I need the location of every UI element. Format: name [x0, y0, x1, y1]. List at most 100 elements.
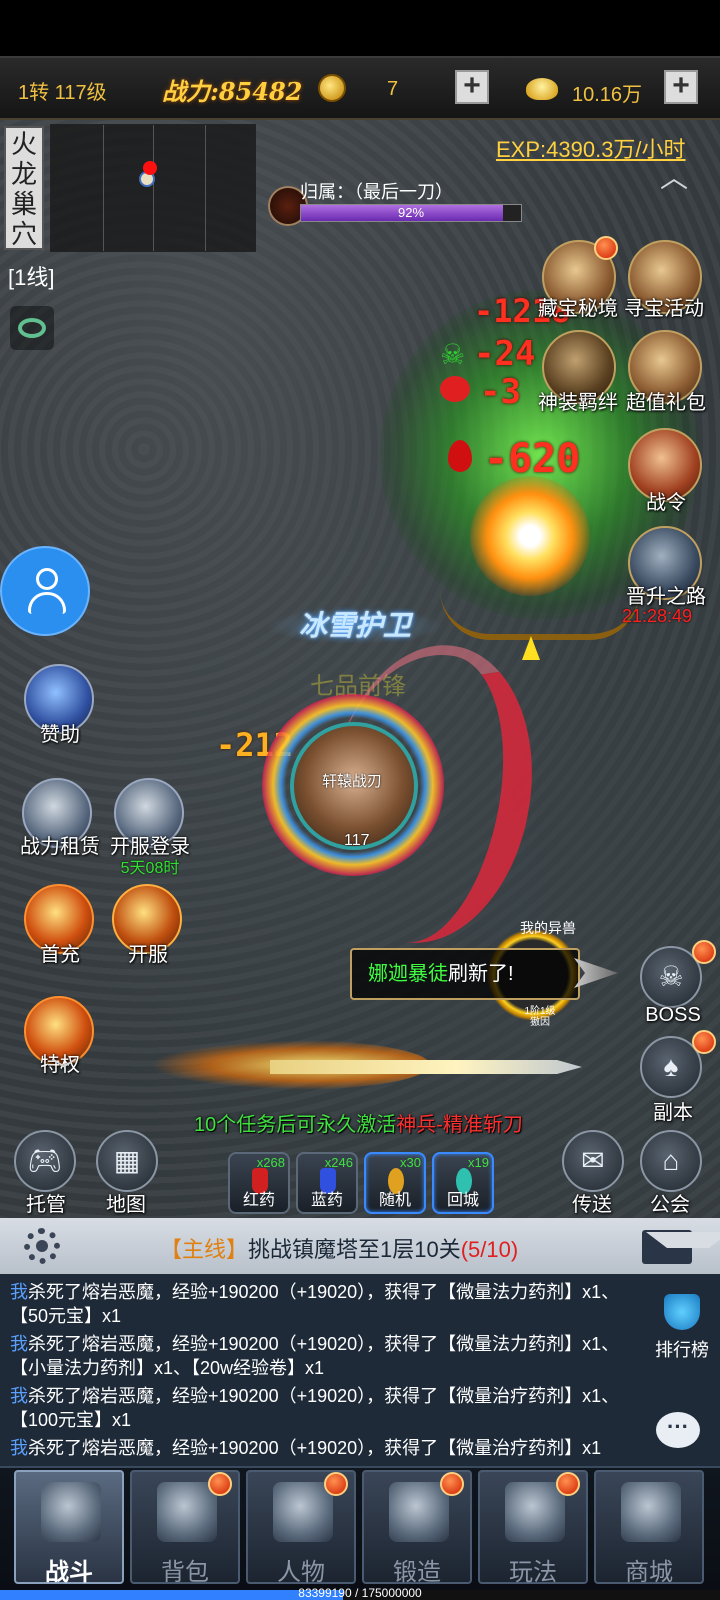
- power-rent-label[interactable]: 战力租赁: [10, 830, 110, 859]
- potion-slot-blue[interactable]: x246 蓝药: [296, 1152, 358, 1214]
- exp-rate[interactable]: EXP:4390.3万/小时: [496, 132, 686, 164]
- ranking-button[interactable]: 排行榜: [650, 1294, 714, 1370]
- gamepad-icon: 🎮︎: [27, 1145, 63, 1176]
- notice-suffix: 刷新了!: [448, 963, 514, 985]
- notification-badge: [692, 1030, 716, 1054]
- main-quest-text[interactable]: 【主线】挑战镇魔塔至1层10关(5/10): [160, 1232, 518, 1264]
- gold-count: 10.16万: [572, 84, 643, 106]
- coin-count: 7: [387, 78, 399, 100]
- player-level-text: 1转 117级: [18, 82, 107, 104]
- ranking-label: 排行榜: [655, 1340, 709, 1360]
- log-message: 我杀死了熔岩恶魔，经验+190200（+19020），获得了【微量治疗药剂】x1: [10, 1438, 602, 1458]
- mail-icon[interactable]: [642, 1230, 720, 1264]
- boss-name: 娜迦暴徒: [368, 963, 448, 985]
- target-arrow-icon: [522, 636, 540, 660]
- explosion-effect: [470, 476, 590, 596]
- open-login-timer: 5天08时: [120, 860, 180, 877]
- gold-ingot-icon: [526, 78, 558, 100]
- minimap[interactable]: [50, 124, 256, 252]
- add-gold-button[interactable]: +: [664, 70, 698, 104]
- promotion-path-label[interactable]: 晋升之路: [614, 580, 718, 609]
- notification-badge: [208, 1472, 232, 1496]
- character-profile-button[interactable]: [0, 546, 90, 636]
- poison-skull-icon: ☠: [440, 339, 466, 370]
- dungeon-icon: ♠: [663, 1051, 679, 1082]
- chat-icon[interactable]: [656, 1412, 700, 1448]
- user-icon: [36, 568, 58, 590]
- boss-hp-bar: 92%: [300, 204, 522, 222]
- resource-bar: 1转 117级 战力:85482 7 + 10.16万 +: [0, 56, 720, 120]
- gift-pack-label[interactable]: 超值礼包: [614, 386, 718, 415]
- damage-number: -24: [474, 334, 536, 374]
- castle-icon: ⌂: [662, 1145, 680, 1176]
- crossed-swords-icon: [41, 1482, 101, 1542]
- notification-badge: [594, 236, 618, 260]
- guild-button[interactable]: ⌂: [640, 1130, 702, 1192]
- weapon-quest-banner[interactable]: 10个任务后可永久激活神兵-精准斩刀: [194, 1108, 523, 1137]
- boss-refresh-notice[interactable]: 娜迦暴徒刷新了!: [350, 948, 580, 1000]
- equipment-bond-label[interactable]: 神装羁绊: [528, 386, 628, 415]
- open-server-label[interactable]: 开服: [110, 938, 186, 967]
- dungeon-label[interactable]: 副本: [628, 1096, 718, 1125]
- scroll-slot-return[interactable]: x19 回城: [432, 1152, 494, 1214]
- battle-log: 我杀死了熔岩恶魔，经验+190200（+19020），获得了【微量法力药剂】x1…: [10, 1280, 630, 1464]
- skull-icon: ☠: [658, 961, 684, 992]
- sponsor-label[interactable]: 赞助: [22, 718, 98, 747]
- scroll-icon: ✉: [581, 1145, 605, 1176]
- guild-label[interactable]: 公会: [632, 1188, 708, 1217]
- map-icon: ▦: [113, 1145, 141, 1176]
- boss-hp-percent: 92%: [397, 205, 425, 220]
- ranking-icon: [664, 1294, 700, 1330]
- helmet-icon: [273, 1482, 333, 1542]
- anvil-icon: [389, 1482, 449, 1542]
- gear-icon[interactable]: [24, 1228, 60, 1264]
- player-level: 117: [344, 832, 370, 849]
- map-label[interactable]: 地图: [88, 1188, 164, 1217]
- divine-weapon-sword[interactable]: [150, 1040, 582, 1090]
- scroll-slot-random[interactable]: x30 随机: [364, 1152, 426, 1214]
- player-guard-title: 冰雪护卫: [298, 609, 411, 642]
- coin-icon: [318, 74, 346, 102]
- nav-tab-battle[interactable]: 战斗: [14, 1470, 124, 1586]
- exp-progress-text: 83399190 / 175000000: [298, 1586, 422, 1600]
- battle-pass-label[interactable]: 战令: [614, 486, 718, 515]
- blood-drop-icon: [448, 440, 472, 472]
- server-line[interactable]: [1线]: [8, 260, 54, 292]
- sword-wings-icon: [505, 1482, 565, 1542]
- notification-badge: [324, 1472, 348, 1496]
- promotion-timer: 21:28:49: [622, 606, 693, 626]
- first-charge-label[interactable]: 首充: [22, 938, 98, 967]
- player-name: 轩辕战刃: [322, 773, 383, 790]
- auto-play-label[interactable]: 托管: [8, 1188, 84, 1217]
- enemy-marker-icon: [143, 161, 157, 175]
- boss-label[interactable]: BOSS: [628, 1004, 718, 1027]
- map-button[interactable]: ▦: [96, 1130, 158, 1192]
- map-name: 火龙巢穴: [4, 126, 44, 250]
- beast-level: 1阶1级 獓因: [524, 1006, 556, 1028]
- beast-label: 我的异兽: [520, 920, 576, 936]
- collapse-up-icon[interactable]: ︿: [654, 164, 694, 192]
- log-message: 我杀死了熔岩恶魔，经验+190200（+19020），获得了【微量治疗药剂】x1…: [10, 1386, 620, 1430]
- teleport-label[interactable]: 传送: [554, 1188, 630, 1217]
- auto-play-button[interactable]: 🎮︎: [14, 1130, 76, 1192]
- potion-slot-red[interactable]: x268 红药: [228, 1152, 290, 1214]
- expand-down-icon[interactable]: ﹀: [44, 1058, 84, 1084]
- add-coins-button[interactable]: +: [455, 70, 489, 104]
- log-message: 我杀死了熔岩恶魔，经验+190200（+19020），获得了【微量法力药剂】x1…: [10, 1334, 620, 1378]
- damage-number: -3: [480, 372, 521, 412]
- target-frame: [440, 590, 640, 640]
- boss-ownership: 归属：（最后一刀）: [300, 182, 453, 202]
- ring-icon: [18, 318, 46, 338]
- ring-button[interactable]: [10, 306, 54, 350]
- notification-badge: [556, 1472, 580, 1496]
- status-bar: [0, 0, 720, 56]
- log-message: 我杀死了熔岩恶魔，经验+190200（+19020），获得了【微量法力药剂】x1…: [10, 1282, 620, 1326]
- shop-icon: [621, 1482, 681, 1542]
- damage-number: -620: [484, 436, 581, 482]
- backpack-icon: [157, 1482, 217, 1542]
- bleed-paw-icon: [440, 376, 470, 402]
- notification-badge: [440, 1472, 464, 1496]
- nav-tab-shop[interactable]: 商城: [594, 1470, 704, 1586]
- teleport-button[interactable]: ✉: [562, 1130, 624, 1192]
- treasure-hunt-label[interactable]: 寻宝活动: [612, 292, 716, 321]
